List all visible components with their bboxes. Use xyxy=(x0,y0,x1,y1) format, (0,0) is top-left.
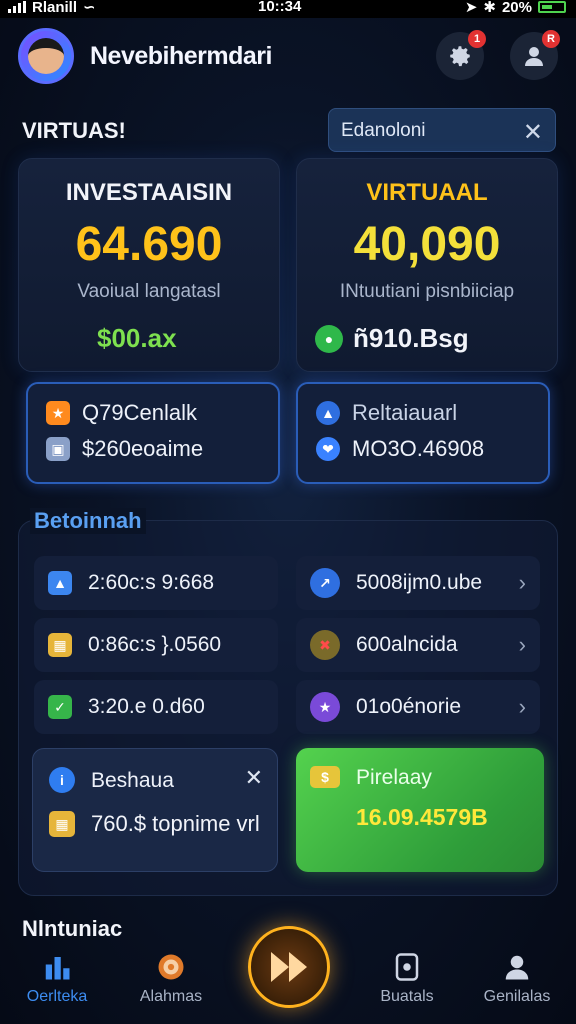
chevron-right-icon: › xyxy=(518,632,526,657)
carrier-name: Rlanill xyxy=(32,0,78,16)
promo-value: 16.09.4579B xyxy=(356,804,488,830)
username: Nevebihermdari xyxy=(90,42,272,70)
location-icon: ➤ xyxy=(464,0,478,16)
wallet-icon: ▦ xyxy=(49,811,75,837)
profile-button[interactable]: R xyxy=(510,30,560,80)
chart-icon: ↗ xyxy=(310,568,340,598)
card-subtitle: INtuutiani pisnbiiciap xyxy=(339,281,515,302)
cash-icon: $ xyxy=(310,766,340,788)
navigation-icon: ▲ xyxy=(316,401,340,425)
nav-label: Buatals xyxy=(380,988,434,1005)
list-item[interactable]: ▦ 0:86c:s }.0560 xyxy=(34,618,278,672)
avatar-face-icon xyxy=(28,38,64,74)
virtual-card[interactable]: VIRTUAAL 40,090 INtuutiani pisnbiiciap ●… xyxy=(296,158,558,372)
item-label: 2:60c:s 9:668 xyxy=(88,571,215,594)
rewards-line-1: Reltaiauarl xyxy=(352,400,458,425)
image-icon: ▲ xyxy=(48,571,72,595)
gear-icon xyxy=(450,46,470,67)
promo-label: Pirelaay xyxy=(356,766,432,789)
wallet-label: Beshaua xyxy=(91,769,174,792)
battery-icon xyxy=(538,1,566,13)
nav-item-profile[interactable]: Genilalas xyxy=(462,952,572,1006)
star-icon: ★ xyxy=(46,401,70,425)
target-icon xyxy=(158,954,184,980)
balance-card[interactable]: ★ Q79Cenlalk ▣ $260eoaime xyxy=(26,382,280,484)
status-bar: Rlanill ∽ 10::34 ➤ ✱ 20% xyxy=(0,0,576,18)
wallet-value: 760.$ topnime vrl xyxy=(91,811,260,836)
user-icon xyxy=(505,955,529,980)
nav-label: Genilalas xyxy=(483,988,551,1005)
list-item[interactable]: ★ 01o0énorie › xyxy=(296,680,540,734)
tablet-icon xyxy=(395,953,419,981)
search-input[interactable] xyxy=(341,119,511,143)
card-value: 40,090 xyxy=(353,218,501,271)
badge-icon: ★ xyxy=(310,692,340,722)
footer-label: Nlntuniac xyxy=(22,916,123,941)
settings-button[interactable]: 1 xyxy=(436,30,486,80)
profile-badge: R xyxy=(542,30,560,48)
check-icon: ✓ xyxy=(48,695,72,719)
bluetooth-icon: ✱ xyxy=(483,0,496,16)
card-title: VIRTUAAL xyxy=(366,179,488,206)
list-item[interactable]: ✖ 600alncida › xyxy=(296,618,540,672)
wifi-icon: ∽ xyxy=(83,0,96,16)
chevron-right-icon: › xyxy=(518,694,526,719)
nav-item-home[interactable]: Oerlteka xyxy=(2,952,112,1006)
heart-icon: ❤ xyxy=(316,437,340,461)
panel-title: Betoinnah xyxy=(30,508,146,534)
list-item[interactable]: ▲ 2:60c:s 9:668 xyxy=(34,556,278,610)
item-label: 01o0énorie xyxy=(356,695,462,718)
notification-badge: 1 xyxy=(468,30,486,48)
fast-forward-icon xyxy=(271,952,307,982)
item-label: 0:86c:s }.0560 xyxy=(88,633,222,656)
signal-icon xyxy=(8,1,26,13)
promo-card[interactable]: $ Pirelaay 16.09.4579B xyxy=(296,748,544,872)
play-button[interactable] xyxy=(248,926,330,1008)
nav-item-stats[interactable]: Buatals xyxy=(352,952,462,1006)
card-title: INVESTAAISIN xyxy=(65,179,233,206)
search-box[interactable]: ✕ xyxy=(328,108,556,152)
investment-card[interactable]: INVESTAAISIN 64.690 Vaoiual langatasl $0… xyxy=(18,158,280,372)
balance-line-2: $260eoaime xyxy=(82,436,204,461)
card-amount: $00.ax xyxy=(97,323,177,353)
clock: 10::34 xyxy=(258,0,302,15)
list-item[interactable]: ↗ 5008ijm0.ube › xyxy=(296,556,540,610)
balance-line-1: Q79Cenlalk xyxy=(82,400,197,425)
nav-item-alarms[interactable]: Alahmas xyxy=(116,952,226,1006)
list-item[interactable]: ✓ 3:20.e 0.d60 xyxy=(34,680,278,734)
close-icon[interactable]: ✕ xyxy=(523,118,543,147)
section-title: VIRTUAS! xyxy=(22,118,126,143)
chevron-right-icon: › xyxy=(518,570,526,595)
item-label: 5008ijm0.ube xyxy=(356,571,483,594)
card-amount: ñ910.Bsg xyxy=(353,323,469,353)
nav-label: Oerlteka xyxy=(26,988,88,1005)
tools-icon: ✖ xyxy=(310,630,340,660)
avatar[interactable] xyxy=(18,28,74,84)
card-value: 64.690 xyxy=(75,218,223,271)
item-label: 3:20.e 0.d60 xyxy=(88,695,205,718)
bar-chart-icon xyxy=(45,957,70,980)
card-subtitle: Vaoiual langatasl xyxy=(77,281,221,302)
battery-percent: 20% xyxy=(501,0,532,16)
user-icon xyxy=(525,47,543,66)
nav-label: Alahmas xyxy=(139,988,203,1005)
coin-icon: ● xyxy=(315,324,343,353)
rewards-line-2: MO3O.46908 xyxy=(352,436,485,461)
wallet-card[interactable]: i Beshaua ✕ ▦ 760.$ topnime vrl xyxy=(32,748,278,872)
card-icon: ▣ xyxy=(46,437,70,461)
rewards-card[interactable]: ▲ Reltaiauarl ❤ MO3O.46908 xyxy=(296,382,550,484)
item-label: 600alncida xyxy=(356,633,458,656)
card-amount-row: ● ñ910.Bsg xyxy=(315,323,469,354)
info-icon: i xyxy=(49,767,75,793)
close-icon[interactable]: ✕ xyxy=(245,765,263,791)
wallet-icon: ▦ xyxy=(48,633,72,657)
